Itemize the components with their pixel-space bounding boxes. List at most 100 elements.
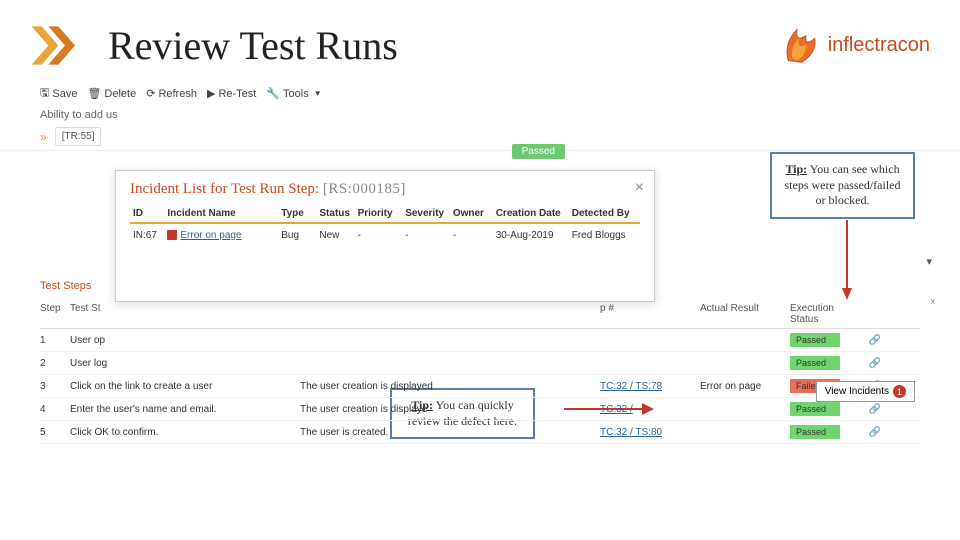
cell-exec: Passed (790, 402, 860, 416)
col-type: Type (278, 208, 316, 219)
cell-id: IN:67 (130, 230, 164, 241)
table-row[interactable]: 5Click OK to confirm.The user is created… (40, 421, 920, 444)
cell-desc: User op (70, 335, 300, 346)
modal-close-button[interactable]: × (635, 179, 644, 197)
tools-button[interactable]: 🔧Tools ▼ (266, 87, 321, 100)
modal-header-row: ID Incident Name Type Status Priority Se… (130, 208, 640, 224)
link-icon[interactable]: 🔗 (860, 358, 890, 369)
cell-date: 30-Aug-2019 (493, 230, 569, 241)
modal-title-prefix: Incident List for Test Run Step: (130, 181, 323, 197)
dropdown-caret-icon[interactable]: ▾ (926, 255, 932, 268)
cell-exp: The user creation is displayed (300, 381, 600, 392)
arrow-down-icon (842, 220, 852, 305)
cell-ref: TC:32 / TS:78 (600, 381, 700, 392)
retest-label: Re-Test (218, 88, 256, 100)
cell-step: 4 (40, 404, 70, 415)
cell-owner: - (450, 230, 493, 241)
cell-step: 2 (40, 358, 70, 369)
hdr-act: Actual Result (700, 303, 790, 325)
col-detected: Detected By (569, 208, 640, 219)
cell-type: Bug (278, 230, 316, 241)
refresh-label: Refresh (158, 88, 197, 100)
caret-down-icon: ▼ (314, 89, 322, 98)
cell-priority: - (355, 230, 403, 241)
refresh-icon: ⟳ (146, 87, 155, 100)
retest-button[interactable]: ▶Re-Test (207, 87, 256, 100)
cell-exec: Passed (790, 425, 860, 439)
status-badge: Passed (512, 144, 565, 159)
col-date: Creation Date (493, 208, 569, 219)
cell-status: New (316, 230, 354, 241)
cell-name: Error on page (164, 230, 278, 241)
view-incidents-button[interactable]: View Incidents 1 (816, 381, 915, 402)
table-row[interactable]: 3Click on the link to create a userThe u… (40, 375, 920, 398)
link-icon[interactable]: 🔗 (860, 335, 890, 346)
col-owner: Owner (450, 208, 493, 219)
save-button[interactable]: 🖫Save (40, 84, 77, 103)
hdr-exp (300, 303, 600, 325)
page-header: Review Test Runs inflectracon (0, 0, 960, 80)
cell-step: 5 (40, 427, 70, 438)
refresh-button[interactable]: ⟳Refresh (146, 87, 197, 100)
cell-desc: Enter the user's name and email. (70, 404, 300, 415)
cell-step: 3 (40, 381, 70, 392)
play-icon: ▶ (207, 87, 215, 100)
expand-icon[interactable]: » (40, 130, 47, 144)
cell-desc: Click OK to confirm. (70, 427, 300, 438)
cell-ref: TC:32 / TS:80 (600, 427, 700, 438)
delete-button[interactable]: 🗑Delete (87, 87, 136, 100)
cell-desc: User log (70, 358, 300, 369)
steps-header-row: Step Test St p # Actual Result Execution… (40, 300, 920, 329)
save-icon: 🖫 (40, 84, 49, 103)
cell-exp: The user is created. (300, 427, 600, 438)
cell-desc: Click on the link to create a user (70, 381, 300, 392)
cell-exp: The user creation is displaye (300, 404, 600, 415)
test-steps-heading: Test Steps (40, 280, 91, 292)
subtitle: Ability to add us (0, 107, 960, 123)
cell-step: 1 (40, 335, 70, 346)
col-severity: Severity (402, 208, 450, 219)
col-id: ID (130, 208, 164, 219)
cell-exec: Passed (790, 356, 860, 370)
incident-link[interactable]: Error on page (180, 230, 241, 241)
hdr-desc: Test St (70, 303, 300, 325)
bug-icon (167, 230, 177, 240)
flame-icon (779, 25, 824, 65)
table-row[interactable]: 2User log Passed🔗 (40, 352, 920, 375)
toolbar: 🖫Save 🗑Delete ⟳Refresh ▶Re-Test 🔧Tools ▼ (0, 80, 960, 107)
tip-label: Tip: (785, 162, 807, 176)
cell-detected: Fred Bloggs (569, 230, 640, 241)
modal-rs-id: [RS:000185] (323, 181, 406, 197)
link-icon[interactable]: 🔗 (860, 404, 890, 415)
table-row[interactable]: 1User op Passed🔗 (40, 329, 920, 352)
tab-row: » [TR:55] (0, 123, 960, 151)
chevron-logo-icon (30, 20, 90, 70)
hdr-ref: p # (600, 303, 700, 325)
tools-label: Tools (283, 88, 309, 100)
tools-icon: 🔧 (266, 87, 280, 100)
cell-ref: TC:32 / (600, 404, 700, 415)
link-icon[interactable]: 🔗 (860, 427, 890, 438)
hdr-step: Step (40, 303, 70, 325)
hdr-exec: Execution Status (790, 303, 860, 325)
brand-text: inflectracon (828, 34, 930, 57)
delete-icon: 🗑 (87, 87, 101, 100)
incident-count-badge: 1 (893, 385, 906, 398)
col-name: Incident Name (164, 208, 278, 219)
table-row[interactable]: 4Enter the user's name and email.The use… (40, 398, 920, 421)
col-status: Status (316, 208, 354, 219)
modal-data-row[interactable]: IN:67 Error on page Bug New - - - 30-Aug… (130, 230, 640, 241)
tip-execution-status: Tip: You can see which steps were passed… (770, 152, 915, 219)
view-incidents-label: View Incidents (825, 386, 889, 397)
cell-exec: Passed (790, 333, 860, 347)
incident-modal: Incident List for Test Run Step: [RS:000… (115, 170, 655, 302)
test-steps-table: Step Test St p # Actual Result Execution… (40, 300, 920, 444)
brand-logo: inflectracon (779, 25, 930, 65)
page-title: Review Test Runs (108, 22, 398, 69)
tab-tr55[interactable]: [TR:55] (55, 127, 102, 146)
col-priority: Priority (355, 208, 403, 219)
delete-label: Delete (104, 88, 136, 100)
modal-title: Incident List for Test Run Step: [RS:000… (130, 181, 640, 198)
close-small-icon[interactable]: x (931, 296, 936, 306)
cell-act: Error on page (700, 381, 790, 392)
